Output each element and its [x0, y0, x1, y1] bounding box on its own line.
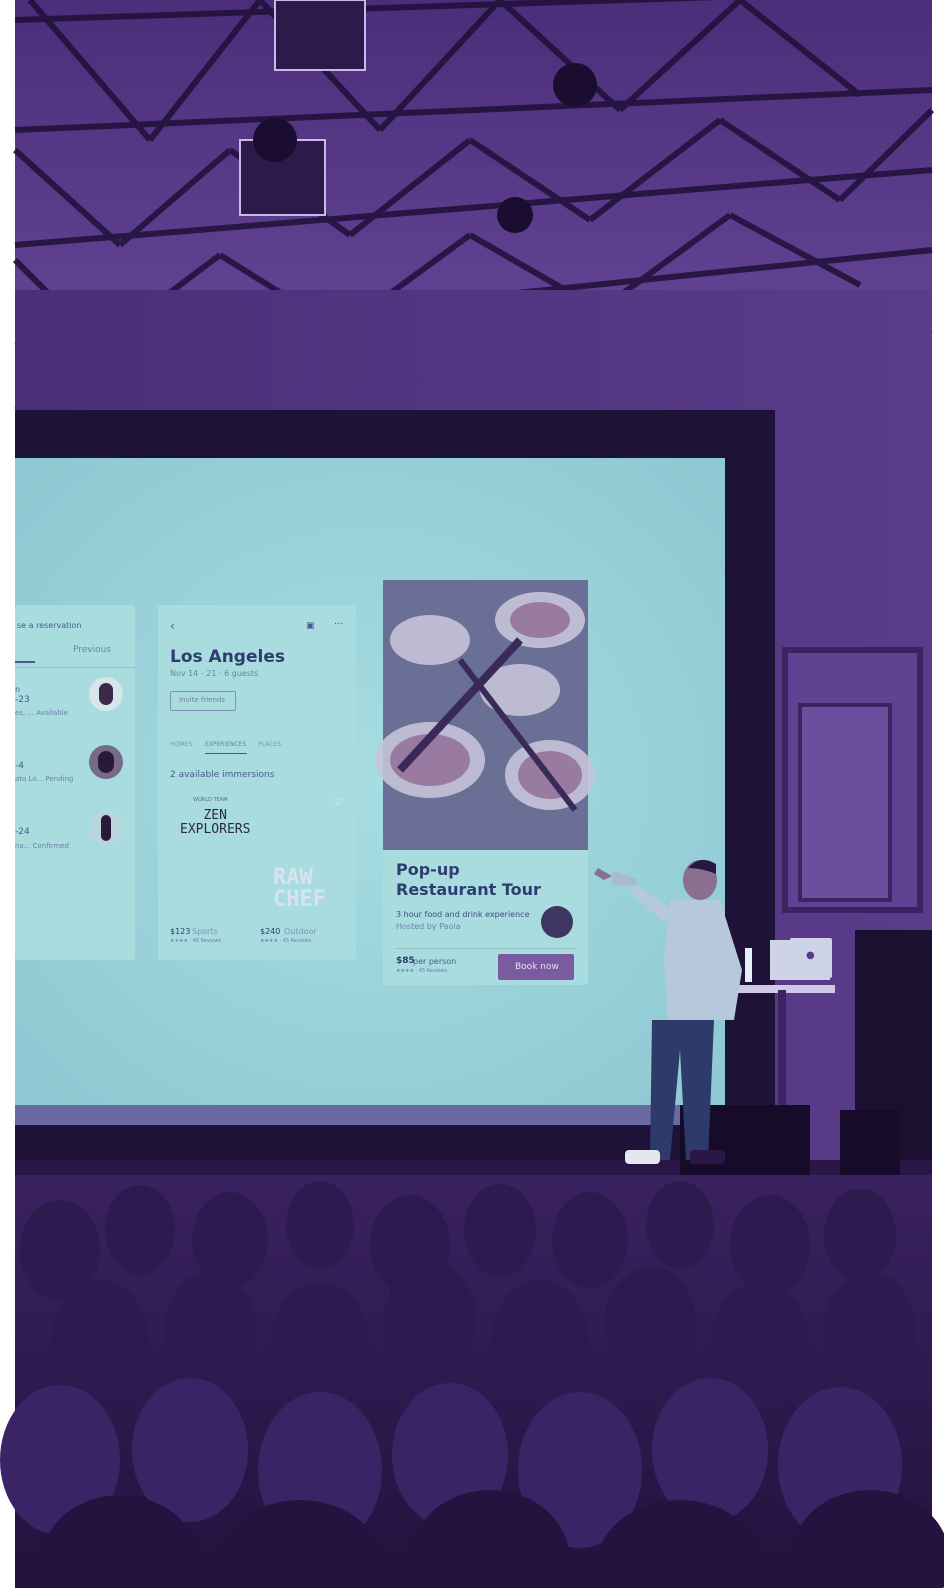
tab-experiences[interactable]: EXPERIENCES: [205, 741, 246, 748]
avatar: [89, 745, 123, 779]
tab-homes[interactable]: HOMES: [170, 741, 192, 748]
reservation-header: se a reservation: [17, 621, 82, 630]
destination-card: ‹ ▣ ··· Los Angeles Nov 14 - 21 · 6 gues…: [158, 605, 356, 960]
event-photo: se a reservation Previous n -23 es, ... …: [0, 0, 944, 1588]
poster-title: ZEN EXPLORERS: [180, 808, 251, 837]
tab-previous[interactable]: Previous: [73, 645, 111, 655]
invite-friends-button[interactable]: Invite friends: [170, 691, 236, 711]
laptop: ●: [790, 938, 832, 978]
page-title: Los Angeles: [170, 647, 285, 667]
list-item: -23: [15, 695, 30, 705]
photo-background: [0, 0, 944, 1588]
poster-title: RAW CHEF: [273, 865, 326, 912]
rating: ★★★★ · 45 Reviews: [170, 938, 222, 944]
price: $85: [396, 956, 415, 966]
trip-dates: Nov 14 - 21 · 6 guests: [170, 669, 259, 678]
list-item: -24: [15, 827, 30, 837]
avatar: [89, 677, 123, 711]
experience-title: Pop-up Restaurant Tour: [396, 860, 541, 899]
chevron-left-icon[interactable]: ‹: [170, 619, 175, 633]
list-item: -4: [15, 761, 24, 771]
active-tab-indicator: [15, 661, 35, 663]
heart-icon[interactable]: ♡: [334, 797, 343, 808]
more-icon[interactable]: ···: [334, 619, 344, 630]
list-item: na... Confirmed: [15, 842, 69, 850]
experience-card: Pop-up Restaurant Tour 3 hour food and d…: [383, 850, 588, 985]
price-unit: per person: [413, 957, 457, 966]
list-item: es, ... Available: [15, 709, 68, 717]
price: $123: [170, 927, 191, 936]
rating: ★★★★ · 45 Reviews: [260, 938, 312, 944]
list-item: n: [15, 685, 21, 694]
avatar: [89, 811, 123, 845]
rating: ★★★★ · 45 Reviews: [396, 968, 448, 974]
divider: [15, 667, 135, 668]
book-now-button[interactable]: Book now: [498, 954, 574, 980]
active-tab-indicator: [205, 753, 247, 754]
category: Outdoor: [284, 927, 317, 936]
category: Sports: [192, 927, 218, 936]
experience-description: 3 hour food and drink experience: [396, 910, 530, 919]
divider: [396, 948, 576, 949]
tab-places[interactable]: PLACES: [258, 741, 281, 748]
host-name: Hosted by Paola: [396, 922, 461, 931]
price: $240: [260, 927, 281, 936]
list-item: ato Lo... Pending: [15, 775, 74, 783]
gift-icon[interactable]: ▣: [306, 621, 315, 631]
section-title: 2 available immersions: [170, 770, 275, 780]
reservation-card: se a reservation Previous n -23 es, ... …: [15, 605, 135, 960]
poster-tag: WORLD TEAM: [193, 797, 228, 803]
avatar: [541, 906, 573, 938]
apple-logo-icon: ●: [806, 950, 815, 961]
